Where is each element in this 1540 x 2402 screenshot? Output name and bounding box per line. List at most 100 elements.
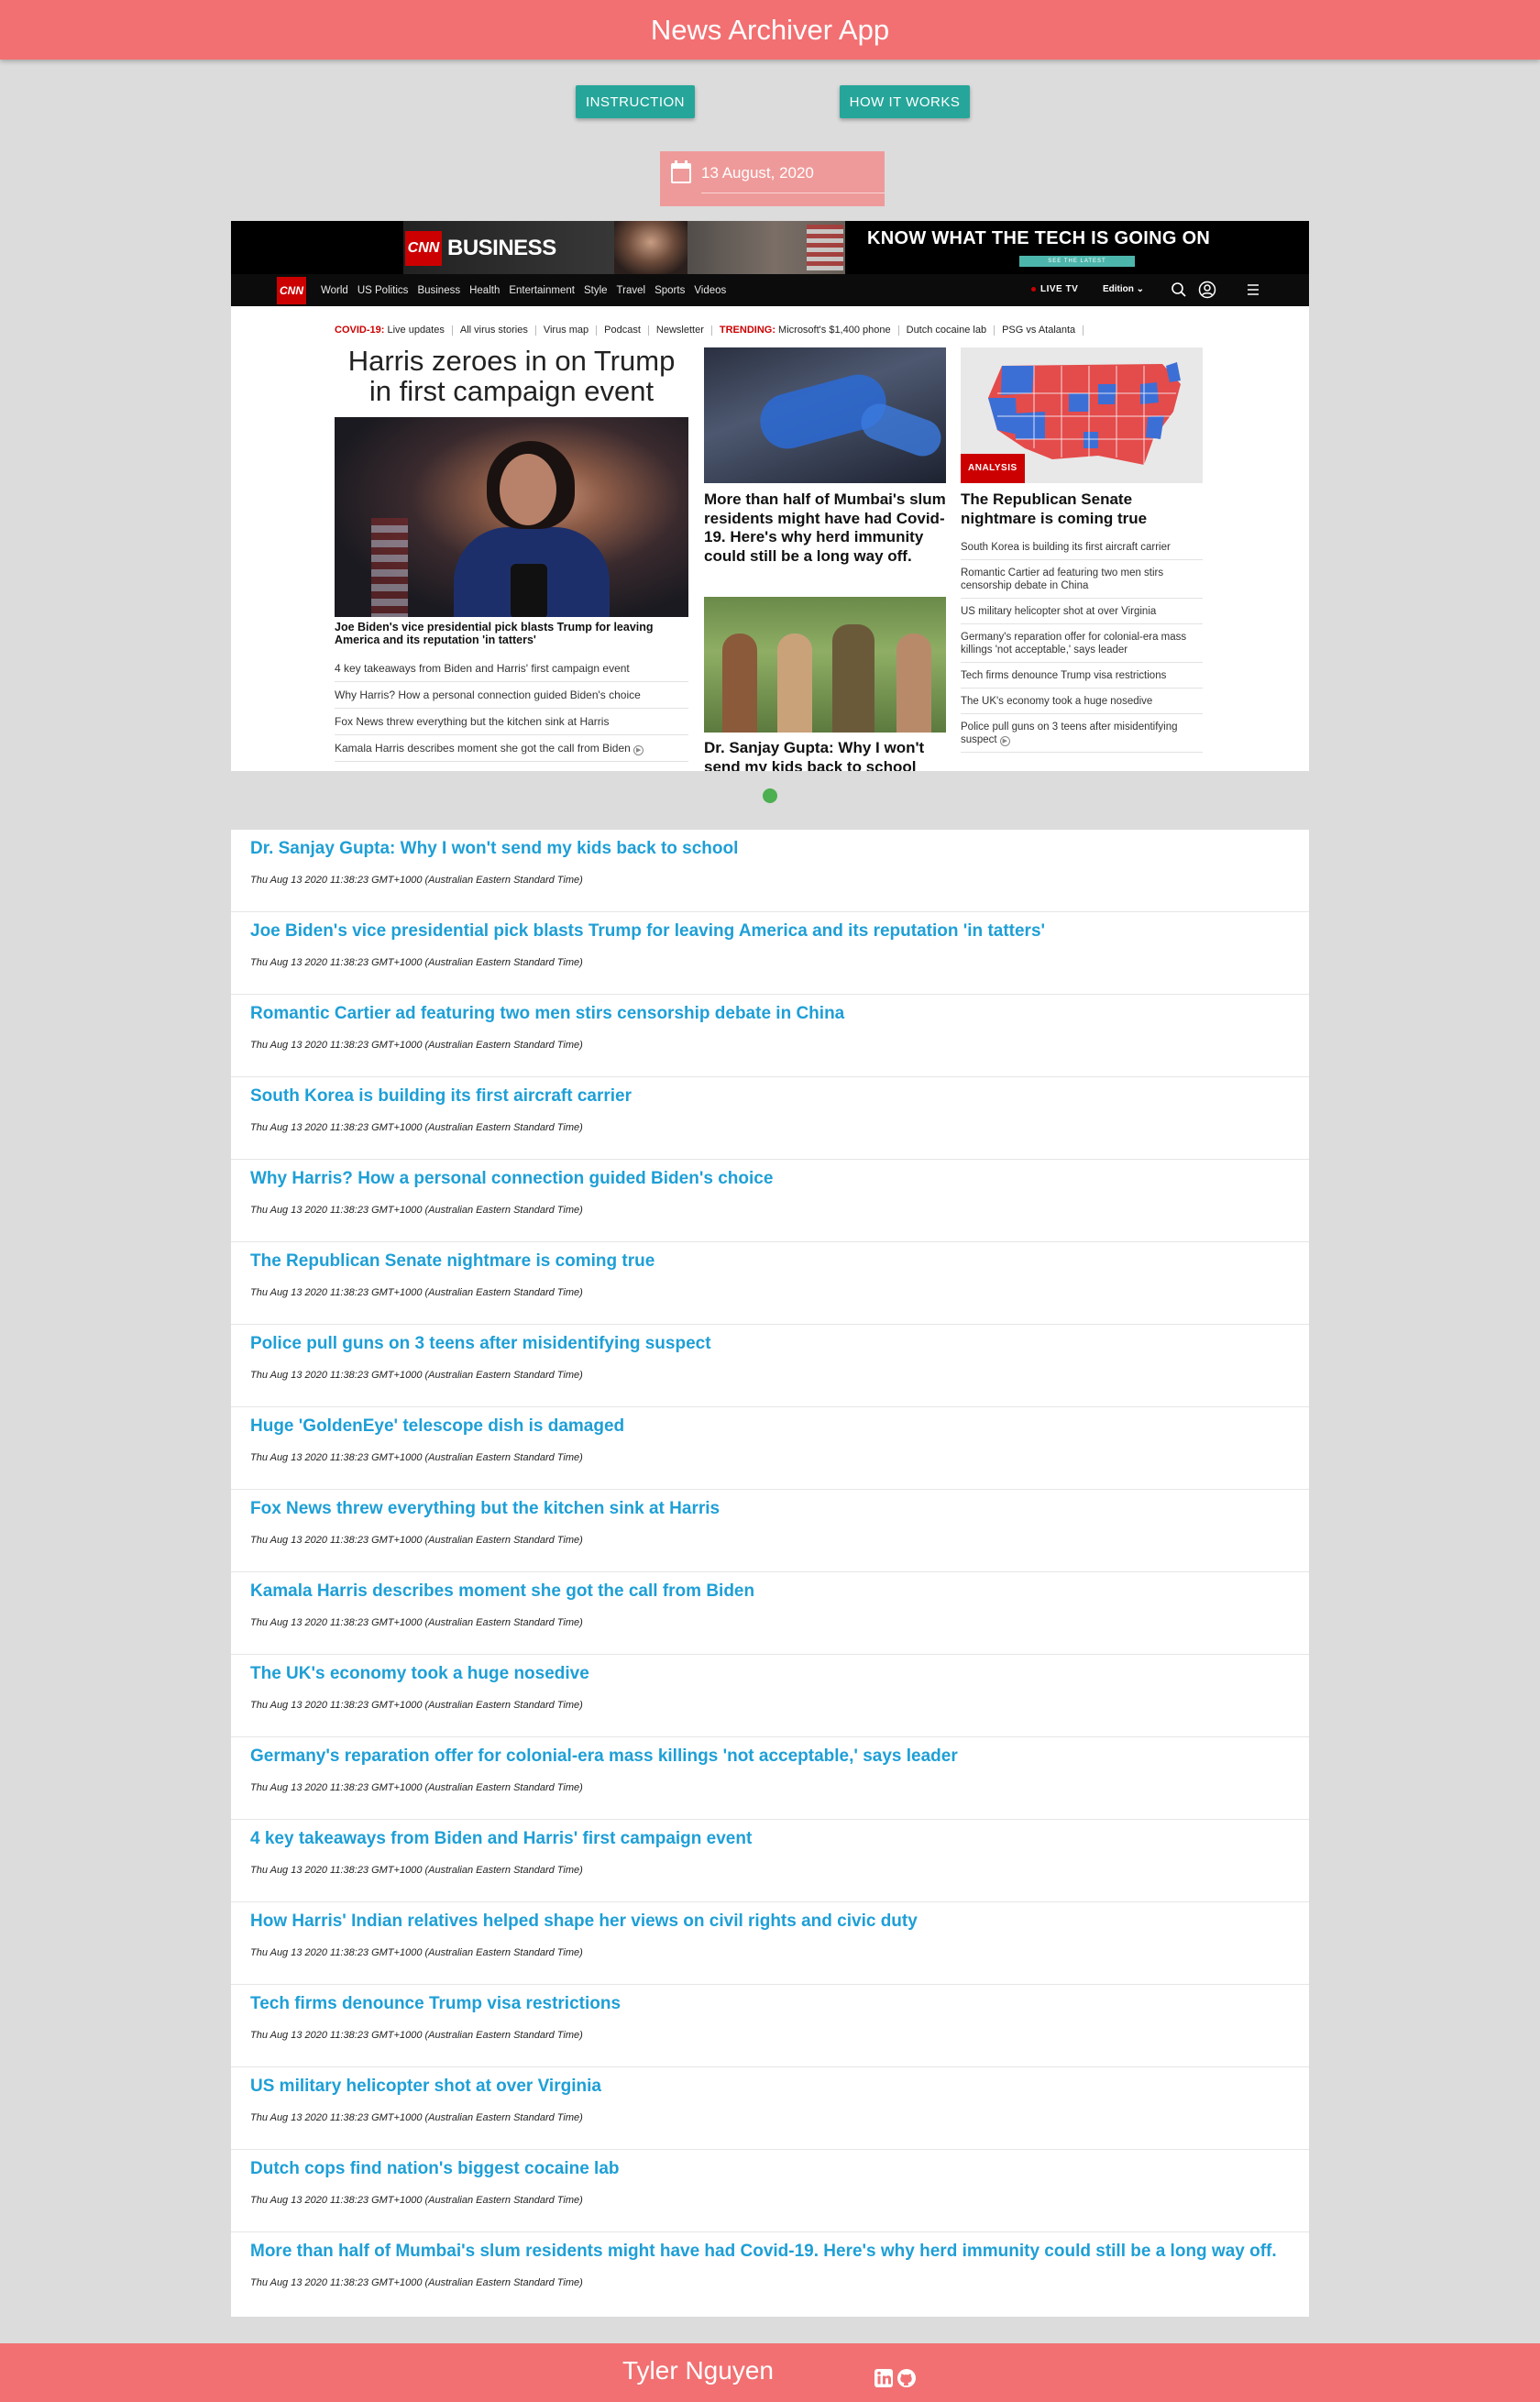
list-item: Why Harris? How a personal connection gu…	[231, 1160, 1309, 1242]
cnn-nav-items: World US Politics Business Health Entert…	[321, 274, 726, 306]
date-picker[interactable]: 13 August, 2020	[660, 151, 885, 206]
related-link[interactable]: Kamala Harris describes moment she got t…	[335, 735, 688, 762]
article-link[interactable]: The UK's economy took a huge nosedive	[250, 1664, 589, 1684]
covid-link[interactable]: All virus stories	[460, 325, 528, 336]
nav-item-world[interactable]: World	[321, 285, 348, 296]
nav-item-entertainment[interactable]: Entertainment	[509, 285, 575, 296]
edition-dropdown[interactable]: Edition ⌄	[1103, 284, 1144, 294]
carousel-indicator[interactable]	[763, 788, 777, 803]
article-timestamp: Thu Aug 13 2020 11:38:23 GMT+1000 (Austr…	[250, 875, 583, 886]
lead-image[interactable]	[335, 417, 688, 617]
article-timestamp: Thu Aug 13 2020 11:38:23 GMT+1000 (Austr…	[250, 1370, 583, 1381]
mumbai-story-headline[interactable]: More than half of Mumbai's slum resident…	[704, 490, 946, 566]
related-link[interactable]: Why Harris? How a personal connection gu…	[335, 682, 688, 709]
trending-link[interactable]: Microsoft's $1,400 phone	[778, 325, 891, 336]
app-title: News Archiver App	[650, 13, 890, 46]
article-timestamp: Thu Aug 13 2020 11:38:23 GMT+1000 (Austr…	[250, 2277, 583, 2288]
article-timestamp: Thu Aug 13 2020 11:38:23 GMT+1000 (Austr…	[250, 1122, 583, 1133]
senate-story-headline[interactable]: The Republican Senate nightmare is comin…	[961, 490, 1203, 528]
gupta-story-headline[interactable]: Dr. Sanjay Gupta: Why I won't send my ki…	[704, 739, 946, 771]
covid-link[interactable]: Virus map	[544, 325, 588, 336]
ad-portrait	[614, 221, 688, 274]
menu-icon[interactable]	[1245, 281, 1261, 298]
user-icon[interactable]	[1198, 281, 1216, 299]
article-link[interactable]: Germany's reparation offer for colonial-…	[250, 1746, 958, 1767]
nav-item-style[interactable]: Style	[584, 285, 608, 296]
page-snapshot[interactable]: CNN BUSINESS KNOW WHAT THE TECH IS GOING…	[231, 221, 1309, 771]
related-link[interactable]: Tech firms denounce Trump visa restricti…	[961, 663, 1203, 689]
edition-label: Edition	[1103, 284, 1134, 294]
related-link[interactable]: Police pull guns on 3 teens after miside…	[961, 714, 1203, 753]
linkedin-icon[interactable]	[874, 2368, 894, 2388]
article-link[interactable]: Why Harris? How a personal connection gu…	[250, 1169, 773, 1189]
ad-cnn-logo: CNN	[405, 231, 442, 266]
related-link[interactable]: US military helicopter shot at over Virg…	[961, 599, 1203, 624]
instruction-button[interactable]: INSTRUCTION	[576, 85, 695, 118]
article-link[interactable]: US military helicopter shot at over Virg…	[250, 2077, 601, 2097]
article-timestamp: Thu Aug 13 2020 11:38:23 GMT+1000 (Austr…	[250, 1287, 583, 1298]
ad-banner[interactable]: CNN BUSINESS KNOW WHAT THE TECH IS GOING…	[231, 221, 1309, 274]
covid-link[interactable]: Newsletter	[656, 325, 704, 336]
nav-item-travel[interactable]: Travel	[617, 285, 646, 296]
list-item: South Korea is building its first aircra…	[231, 1077, 1309, 1160]
how-it-works-button[interactable]: HOW IT WORKS	[840, 85, 970, 118]
article-link[interactable]: 4 key takeaways from Biden and Harris' f…	[250, 1829, 752, 1849]
chevron-down-icon: ⌄	[1136, 284, 1145, 294]
date-value: 13 August, 2020	[701, 164, 814, 182]
article-link[interactable]: Dutch cops find nation's biggest cocaine…	[250, 2159, 620, 2179]
article-link[interactable]: Kamala Harris describes moment she got t…	[250, 1581, 754, 1602]
nav-item-business[interactable]: Business	[417, 285, 460, 296]
article-timestamp: Thu Aug 13 2020 11:38:23 GMT+1000 (Austr…	[250, 1865, 583, 1876]
play-icon: ▶	[633, 745, 644, 755]
related-link[interactable]: Fox News threw everything but the kitche…	[335, 709, 688, 735]
gupta-story-image[interactable]	[704, 597, 946, 733]
app-footer: Tyler Nguyen	[0, 2343, 1540, 2402]
article-link[interactable]: How Harris' Indian relatives helped shap…	[250, 1912, 918, 1932]
related-link[interactable]: Romantic Cartier ad featuring two men st…	[961, 560, 1203, 599]
related-link[interactable]: Germany's reparation offer for colonial-…	[961, 624, 1203, 663]
ad-cta-button[interactable]: SEE THE LATEST	[1019, 256, 1135, 267]
trending-label: TRENDING:	[719, 325, 776, 336]
ad-headline: KNOW WHAT THE TECH IS GOING ON	[867, 228, 1211, 248]
article-link[interactable]: More than half of Mumbai's slum resident…	[250, 2242, 1277, 2262]
covid-link[interactable]: Live updates	[387, 325, 444, 336]
article-link[interactable]: Joe Biden's vice presidential pick blast…	[250, 921, 1045, 942]
list-item: Dr. Sanjay Gupta: Why I won't send my ki…	[231, 830, 1309, 912]
article-link[interactable]: Romantic Cartier ad featuring two men st…	[250, 1004, 844, 1024]
covid-link[interactable]: Podcast	[604, 325, 641, 336]
github-icon[interactable]	[896, 2368, 917, 2388]
list-item: The UK's economy took a huge nosedive Thu…	[231, 1655, 1309, 1737]
article-timestamp: Thu Aug 13 2020 11:38:23 GMT+1000 (Austr…	[250, 2112, 583, 2123]
article-link[interactable]: Police pull guns on 3 teens after miside…	[250, 1334, 711, 1354]
lead-caption[interactable]: Joe Biden's vice presidential pick blast…	[335, 621, 688, 646]
article-link[interactable]: Dr. Sanjay Gupta: Why I won't send my ki…	[250, 839, 738, 859]
live-tv-link[interactable]: LIVE TV	[1031, 284, 1078, 294]
search-icon[interactable]	[1171, 281, 1187, 298]
article-link[interactable]: Fox News threw everything but the kitche…	[250, 1499, 720, 1519]
article-link[interactable]: Tech firms denounce Trump visa restricti…	[250, 1994, 621, 2014]
article-link[interactable]: South Korea is building its first aircra…	[250, 1086, 632, 1107]
related-link-label: Kamala Harris describes moment she got t…	[335, 742, 631, 755]
nav-item-us-politics[interactable]: US Politics	[358, 285, 409, 296]
article-link[interactable]: The Republican Senate nightmare is comin…	[250, 1251, 654, 1272]
related-link[interactable]: South Korea is building its first aircra…	[961, 534, 1203, 560]
article-timestamp: Thu Aug 13 2020 11:38:23 GMT+1000 (Austr…	[250, 1205, 583, 1216]
mumbai-story-image[interactable]	[704, 347, 946, 483]
trending-link[interactable]: Dutch cocaine lab	[907, 325, 986, 336]
author-name: Tyler Nguyen	[622, 2356, 774, 2385]
article-timestamp: Thu Aug 13 2020 11:38:23 GMT+1000 (Austr…	[250, 1617, 583, 1628]
nav-item-sports[interactable]: Sports	[654, 285, 685, 296]
article-link[interactable]: Huge 'GoldenEye' telescope dish is damag…	[250, 1416, 624, 1437]
ad-business-label: BUSINESS	[447, 236, 556, 260]
related-link[interactable]: 4 key takeaways from Biden and Harris' f…	[335, 656, 688, 682]
list-item: The Republican Senate nightmare is comin…	[231, 1242, 1309, 1325]
related-link[interactable]: The UK's economy took a huge nosedive	[961, 689, 1203, 714]
lead-headline[interactable]: Harris zeroes in on Trump in first campa…	[335, 346, 688, 406]
article-timestamp: Thu Aug 13 2020 11:38:23 GMT+1000 (Austr…	[250, 957, 583, 968]
lead-related-links: 4 key takeaways from Biden and Harris' f…	[335, 656, 688, 762]
cnn-logo[interactable]: CNN	[277, 277, 306, 304]
nav-item-videos[interactable]: Videos	[694, 285, 726, 296]
trending-link[interactable]: PSG vs Atalanta	[1002, 325, 1075, 336]
nav-item-health[interactable]: Health	[469, 285, 500, 296]
list-item: Tech firms denounce Trump visa restricti…	[231, 1985, 1309, 2067]
